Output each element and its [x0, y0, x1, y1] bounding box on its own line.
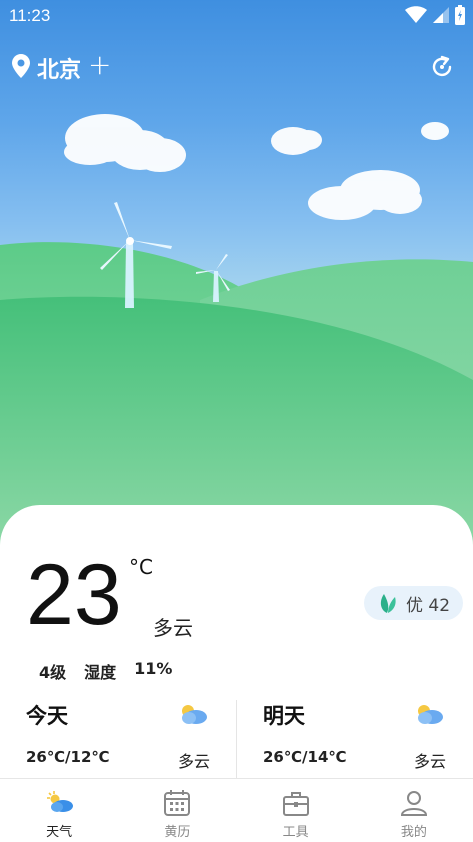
status-bar: 11:23 — [0, 0, 473, 34]
refresh-icon[interactable] — [429, 54, 455, 80]
nav-label: 工具 — [282, 825, 309, 840]
toolbox-icon — [282, 792, 309, 816]
humidity-value: 11% — [134, 659, 173, 678]
humidity-label: 湿度 — [84, 663, 117, 682]
wind-level: 4级 — [39, 663, 67, 682]
temperature-unit: °C — [129, 555, 153, 579]
forecast-day: 今天 — [26, 704, 68, 728]
profile-icon — [400, 791, 427, 816]
current-condition: 多云 — [153, 616, 193, 640]
forecast-temp-range: 26℃/14℃ — [263, 748, 347, 766]
location-pin-icon — [12, 54, 30, 78]
status-time: 11:23 — [9, 6, 51, 25]
weather-details: 4级 湿度 11% — [39, 659, 184, 683]
add-city-button[interactable]: + — [88, 48, 111, 82]
cloud-icon — [64, 114, 186, 172]
partly-cloudy-icon — [182, 705, 207, 724]
nav-label: 我的 — [400, 825, 427, 840]
weather-background: 11:23 北京 + — [0, 0, 473, 560]
wifi-icon — [405, 6, 427, 23]
aqi-value: 优 42 — [406, 595, 451, 616]
forecast-condition: 多云 — [413, 752, 446, 771]
nav-item-calendar[interactable]: 黄历 — [118, 779, 236, 842]
nav-item-profile[interactable]: 我的 — [355, 779, 473, 842]
weather-icon — [47, 791, 74, 812]
calendar-icon — [164, 790, 191, 816]
nav-label: 黄历 — [164, 825, 191, 840]
forecast-temp-range: 26℃/12℃ — [26, 748, 110, 766]
forecast-day: 明天 — [263, 704, 305, 728]
bottom-nav: 天气 黄历 工具 我的 — [0, 778, 473, 842]
landscape-illustration — [0, 114, 473, 560]
partly-cloudy-icon — [418, 705, 443, 724]
forecast-tomorrow[interactable]: 明天 26℃/14℃ 多云 — [236, 700, 472, 780]
aqi-badge[interactable]: 优 42 — [364, 586, 463, 620]
weather-card: 23 °C 多云 优 42 4级 湿度 11% 今天 26℃/12℃ 多云 明天… — [0, 505, 473, 780]
signal-icon — [433, 7, 449, 23]
header: 北京 + — [0, 48, 473, 84]
current-temperature: 23 — [26, 547, 122, 643]
forecast-condition: 多云 — [177, 752, 210, 771]
nav-item-weather[interactable]: 天气 — [0, 779, 118, 842]
leaf-icon — [380, 594, 396, 613]
forecast-today[interactable]: 今天 26℃/12℃ 多云 — [0, 700, 236, 780]
nav-item-tools[interactable]: 工具 — [237, 779, 355, 842]
city-name[interactable]: 北京 — [37, 52, 81, 84]
nav-label: 天气 — [46, 825, 73, 840]
battery-icon — [455, 5, 465, 25]
